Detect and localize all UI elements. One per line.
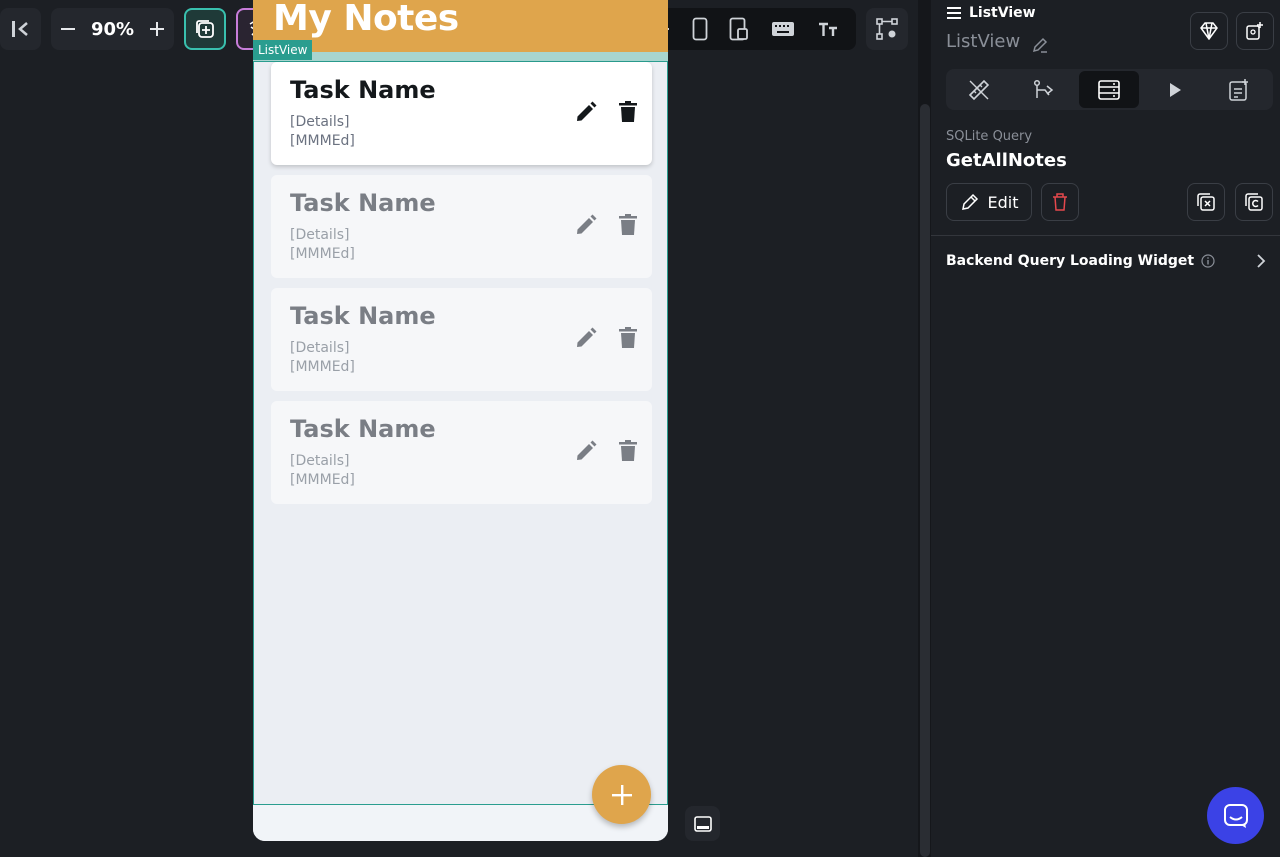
collapse-panel-button[interactable] xyxy=(0,8,41,50)
tablet-icon[interactable] xyxy=(729,17,749,41)
collapse-left-icon xyxy=(10,19,32,39)
query-name: GetAllNotes xyxy=(946,150,1067,171)
pencil-icon[interactable] xyxy=(1031,36,1049,54)
loading-widget-label: Backend Query Loading Widget xyxy=(946,253,1195,269)
list-item[interactable]: Task Name [Details] [MMMEd] xyxy=(271,62,652,165)
task-date: [MMMEd] xyxy=(290,133,355,149)
plus-icon[interactable] xyxy=(150,22,164,36)
edit-icon[interactable] xyxy=(575,214,597,236)
tab-backend-query[interactable] xyxy=(1079,71,1139,108)
action-flow-icon xyxy=(1031,78,1055,102)
chevron-right-icon[interactable] xyxy=(1256,253,1266,269)
edit-query-button[interactable]: Edit xyxy=(946,183,1032,221)
task-date: [MMMEd] xyxy=(290,472,355,488)
widget-type-header: ListView xyxy=(947,5,1036,21)
chat-support-button[interactable] xyxy=(1207,787,1264,844)
phone-icon[interactable] xyxy=(692,17,708,41)
delete-icon[interactable] xyxy=(619,327,637,349)
properties-panel: ListView ListView SQLite Query GetAllNot… xyxy=(931,0,1280,857)
keyboard-icon[interactable] xyxy=(771,20,795,38)
settings-graph-button[interactable] xyxy=(866,8,908,50)
info-icon[interactable] xyxy=(1201,254,1215,268)
ruler-pencil-icon xyxy=(967,78,991,102)
trash-icon xyxy=(1051,192,1069,212)
app-bar: My Notes xyxy=(253,0,668,52)
loading-widget-row[interactable]: Backend Query Loading Widget xyxy=(946,250,1266,272)
edit-icon[interactable] xyxy=(575,440,597,462)
panel-tabbar xyxy=(946,69,1273,110)
copy-query-button[interactable] xyxy=(1235,183,1273,221)
task-details: [Details] xyxy=(290,114,350,130)
task-name: Task Name xyxy=(290,76,436,104)
add-component-icon xyxy=(1245,21,1265,41)
widget-type-label: ListView xyxy=(969,5,1036,21)
clear-query-button[interactable] xyxy=(1187,183,1225,221)
zoom-level: 90% xyxy=(90,18,135,40)
scrollbar[interactable] xyxy=(920,104,930,857)
pencil-icon xyxy=(960,192,980,212)
task-details: [Details] xyxy=(290,227,350,243)
add-widget-button[interactable] xyxy=(184,8,226,50)
toggle-bottom-panel-button[interactable] xyxy=(685,806,720,841)
section-divider xyxy=(931,235,1280,236)
add-layer-icon xyxy=(194,18,216,40)
add-note-fab[interactable] xyxy=(592,765,651,824)
task-date: [MMMEd] xyxy=(290,359,355,375)
clear-box-icon xyxy=(1196,192,1216,212)
list-item[interactable]: Task Name [Details] [MMMEd] xyxy=(271,175,652,278)
database-icon xyxy=(1097,78,1121,102)
minus-icon[interactable] xyxy=(61,22,75,36)
copy-icon xyxy=(1244,192,1264,212)
query-type-label: SQLite Query xyxy=(946,129,1033,144)
task-details: [Details] xyxy=(290,453,350,469)
delete-query-button[interactable] xyxy=(1041,183,1079,221)
bottom-panel-icon xyxy=(693,815,712,832)
selection-strip xyxy=(253,52,668,61)
delete-icon[interactable] xyxy=(619,214,637,236)
edit-query-label: Edit xyxy=(987,192,1019,212)
add-component-button[interactable] xyxy=(1236,12,1274,50)
listview-tag[interactable]: ListView xyxy=(253,40,313,60)
task-name: Task Name xyxy=(290,415,436,443)
hamburger-icon xyxy=(947,7,961,19)
play-icon xyxy=(1167,82,1183,98)
phone-canvas: My Notes Task Name [Details] [MMMEd] Task N… xyxy=(253,0,668,841)
node-settings-icon xyxy=(876,18,898,40)
task-name: Task Name xyxy=(290,189,436,217)
task-name: Task Name xyxy=(290,302,436,330)
tab-actions[interactable] xyxy=(1013,71,1073,108)
tab-properties[interactable] xyxy=(949,71,1009,108)
edit-icon[interactable] xyxy=(575,327,597,349)
diamond-button[interactable] xyxy=(1190,12,1228,50)
delete-icon[interactable] xyxy=(619,101,637,123)
tab-notes[interactable] xyxy=(1209,71,1269,108)
app-title: My Notes xyxy=(273,0,459,39)
diamond-icon xyxy=(1199,22,1219,40)
chat-icon xyxy=(1222,802,1250,830)
text-size-icon[interactable] xyxy=(817,20,839,38)
delete-icon[interactable] xyxy=(619,440,637,462)
widget-name[interactable]: ListView xyxy=(946,31,1020,52)
zoom-control: 90% xyxy=(51,8,174,50)
task-date: [MMMEd] xyxy=(290,246,355,262)
list-item[interactable]: Task Name [Details] [MMMEd] xyxy=(271,401,652,504)
plus-icon xyxy=(611,784,632,805)
tab-animations[interactable] xyxy=(1145,71,1205,108)
note-add-icon xyxy=(1227,78,1251,102)
listview-frame[interactable]: Task Name [Details] [MMMEd] Task Name [Detai… xyxy=(253,61,668,805)
list-item[interactable]: Task Name [Details] [MMMEd] xyxy=(271,288,652,391)
task-details: [Details] xyxy=(290,340,350,356)
edit-icon[interactable] xyxy=(575,101,597,123)
